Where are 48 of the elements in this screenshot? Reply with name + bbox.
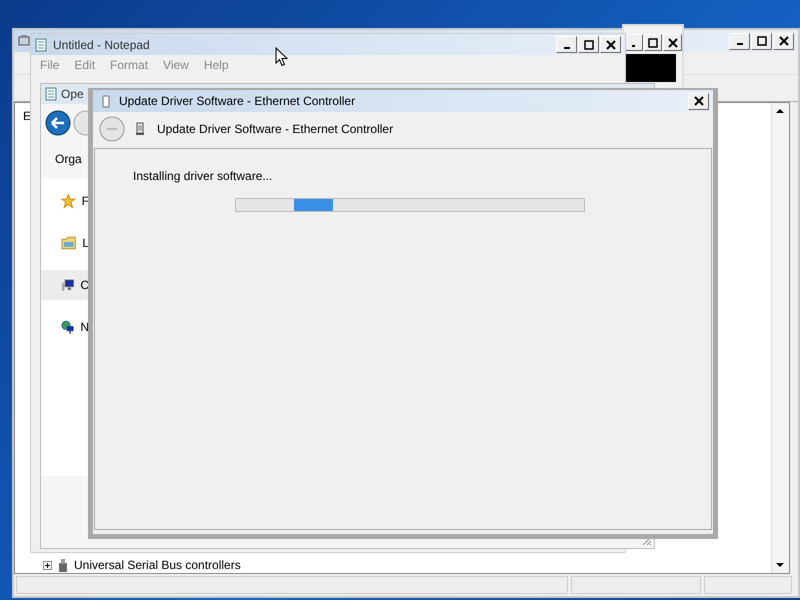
status-text: Installing driver software... bbox=[133, 169, 274, 183]
notepad-icon bbox=[35, 38, 47, 52]
nav-item[interactable]: C bbox=[41, 270, 89, 300]
minimize-button[interactable] bbox=[729, 32, 750, 50]
organize-menu[interactable]: Orga bbox=[55, 152, 82, 166]
console-pane bbox=[626, 54, 676, 82]
nav-item[interactable]: N bbox=[41, 312, 89, 342]
folder-icon bbox=[61, 235, 76, 251]
device-icon bbox=[101, 94, 111, 108]
device-icon bbox=[135, 122, 145, 136]
close-icon bbox=[778, 36, 788, 46]
usb-icon bbox=[58, 558, 68, 572]
nav-item[interactable]: F bbox=[41, 186, 89, 216]
maximize-icon bbox=[756, 36, 766, 46]
computer-icon bbox=[61, 277, 74, 293]
pointer-icon bbox=[275, 47, 288, 67]
minimize-button[interactable] bbox=[556, 36, 577, 53]
close-icon bbox=[606, 40, 616, 50]
nav-label: C bbox=[80, 278, 89, 292]
window-title: Untitled - Notepad bbox=[53, 38, 150, 52]
minimize-icon bbox=[564, 46, 570, 48]
notepad-icon bbox=[45, 87, 57, 101]
dialog-heading: Update Driver Software - Ethernet Controller bbox=[157, 122, 394, 136]
close-icon bbox=[668, 38, 678, 48]
maximize-button[interactable] bbox=[578, 36, 599, 53]
nav-item[interactable]: L bbox=[41, 228, 89, 258]
tree-item[interactable]: Universal Serial Bus controllers bbox=[74, 558, 241, 572]
nav-label: N bbox=[80, 320, 89, 334]
close-button[interactable] bbox=[688, 92, 709, 110]
window-title: Update Driver Software - Ethernet Controller bbox=[119, 94, 356, 108]
back-button-icon[interactable] bbox=[45, 110, 71, 136]
nav-label: F bbox=[82, 194, 89, 208]
expand-icon[interactable] bbox=[43, 560, 52, 570]
close-icon bbox=[694, 96, 704, 106]
maximize-button[interactable] bbox=[751, 32, 772, 50]
minimize-icon bbox=[736, 43, 742, 45]
minimize-icon bbox=[632, 44, 635, 46]
maximize-button[interactable] bbox=[644, 34, 662, 51]
close-button[interactable] bbox=[663, 34, 682, 51]
maximize-icon bbox=[584, 40, 594, 50]
close-button[interactable] bbox=[600, 36, 621, 53]
window-title: Ope bbox=[61, 87, 84, 101]
nav-label: L bbox=[82, 236, 89, 250]
star-icon bbox=[61, 193, 76, 209]
maximize-icon bbox=[648, 38, 658, 48]
network-icon bbox=[61, 319, 74, 335]
scrollbar[interactable] bbox=[771, 103, 789, 573]
close-button[interactable] bbox=[773, 32, 794, 50]
